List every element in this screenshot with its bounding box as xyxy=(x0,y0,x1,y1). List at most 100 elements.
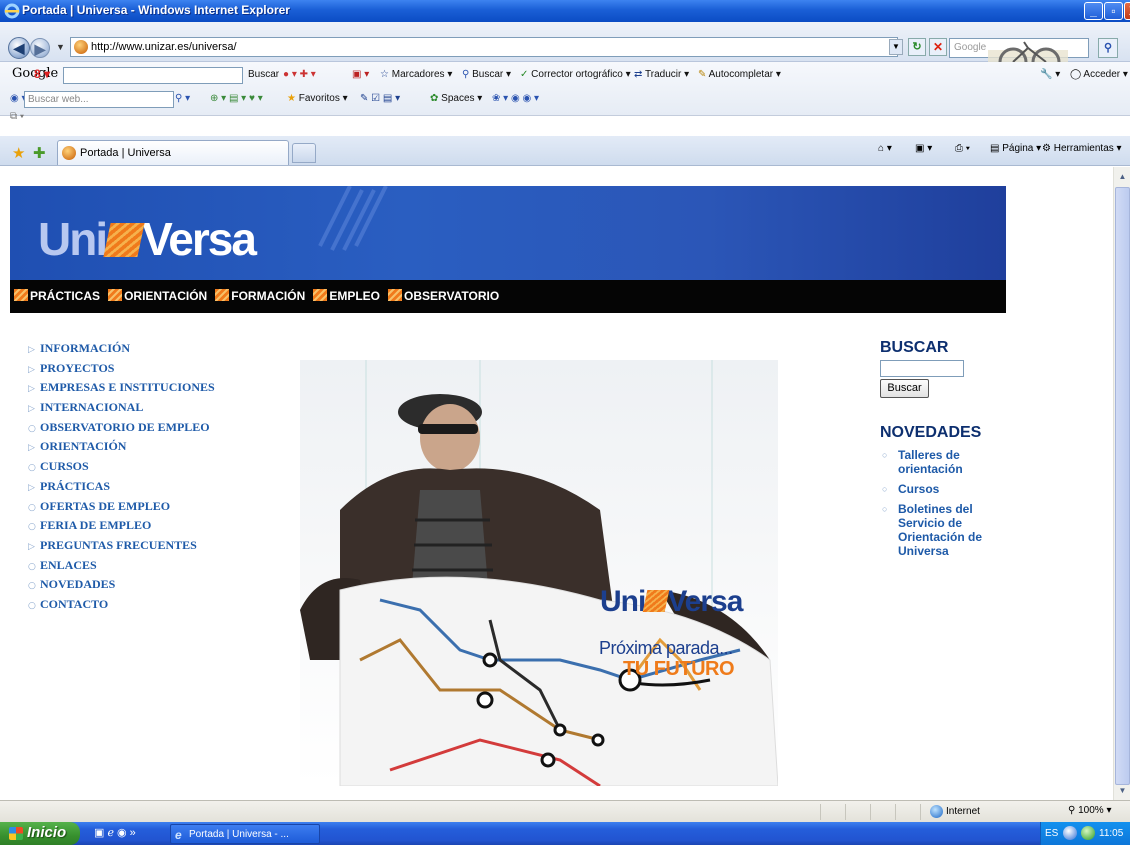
scroll-up-icon[interactable]: ▲ xyxy=(1116,169,1129,184)
novedades-list: ○ Talleres de orientación ○ Cursos ○ Boleti… xyxy=(882,448,1002,564)
popup-blocker-icon[interactable]: ▣ ▾ xyxy=(352,67,369,83)
taskbar-ie-window[interactable]: e Portada | Universa - ... xyxy=(170,824,320,844)
hero-illustration xyxy=(300,360,778,786)
spaces-button[interactable]: ✿ Spaces ▾ xyxy=(430,91,482,107)
web-search-go-icon[interactable]: ⚲ ▾ xyxy=(175,91,190,107)
favorites-star-icon[interactable]: ★ xyxy=(12,144,25,162)
banner-stripes-decoration xyxy=(318,186,388,251)
menu-label: CONTACTO xyxy=(40,596,109,611)
toolbar-icons-3[interactable]: ✎ ☑ ▤ ▾ xyxy=(360,91,400,107)
nav-label: FORMACIÓN xyxy=(231,289,306,303)
nav-mark-icon xyxy=(313,289,328,301)
start-button[interactable]: Inicio xyxy=(0,822,80,845)
address-field[interactable]: http://www.unizar.es/universa/ xyxy=(70,37,898,57)
menu-bullet-icon: ○ xyxy=(28,502,36,513)
scroll-thumb[interactable] xyxy=(1115,187,1130,785)
task-label: Portada | Universa - ... xyxy=(189,829,289,840)
hero-tagline-emphasis: TU FUTURO xyxy=(623,658,735,680)
nav-orientacion[interactable]: ORIENTACIÓN xyxy=(108,289,207,303)
menu-item[interactable]: ○ OFERTAS DE EMPLEO xyxy=(28,499,215,519)
acceder-button[interactable]: ◯ Acceder ▾ xyxy=(1070,67,1128,83)
novedades-item[interactable]: ○ Boletines del Servicio de Orientación d… xyxy=(882,502,1002,558)
menu-item[interactable]: ▷ PROYECTOS xyxy=(28,361,215,381)
toolbar-icons-4[interactable]: ❀ ▾ ◉ ◉ ▾ xyxy=(492,91,539,107)
menu-label: ORIENTACIÓN xyxy=(40,439,127,454)
herramientas-menu[interactable]: ⚙ Herramientas ▾ xyxy=(1042,143,1122,154)
pagina-menu[interactable]: ▤ Página ▾ xyxy=(990,143,1041,154)
site-search-button[interactable]: Buscar xyxy=(880,379,929,398)
web-search-input[interactable]: Buscar web... xyxy=(24,91,174,108)
nav-empleo[interactable]: EMPLEO xyxy=(313,289,380,303)
stop-button[interactable]: ✕ xyxy=(929,38,947,56)
extra-toolbar-icon[interactable]: ⧉ ▾ xyxy=(10,109,24,125)
menu-bullet-icon: ○ xyxy=(28,522,36,533)
google-search-input[interactable] xyxy=(63,67,243,84)
tab-portada[interactable]: Portada | Universa xyxy=(57,140,289,165)
language-indicator[interactable]: ES xyxy=(1045,828,1058,839)
scroll-down-icon[interactable]: ▼ xyxy=(1116,783,1129,798)
zoom-control[interactable]: ⚲ 100% ▾ xyxy=(1068,805,1112,816)
menu-item[interactable]: ▷ EMPRESAS E INSTITUCIONES xyxy=(28,380,215,400)
network-tray-icon[interactable] xyxy=(1063,826,1077,840)
autocompletar-button[interactable]: ✎ Autocompletar ▾ xyxy=(698,67,781,83)
buscar-2-button[interactable]: ⚲ Buscar ▾ xyxy=(462,67,511,83)
google-8-button[interactable]: 8 ▾ xyxy=(34,67,50,81)
close-button[interactable]: X xyxy=(1124,2,1130,20)
wrench-icon[interactable]: 🔧 ▾ xyxy=(1040,67,1060,83)
maximize-button[interactable]: ▫ xyxy=(1104,2,1123,20)
menu-item[interactable]: ▷ INFORMACIÓN xyxy=(28,341,215,361)
history-dropdown-icon[interactable]: ▼ xyxy=(56,42,65,52)
logo-mark-icon xyxy=(103,223,145,257)
new-tab-button[interactable] xyxy=(292,143,316,163)
address-dropdown-icon[interactable]: ▼ xyxy=(889,39,903,55)
address-text: http://www.unizar.es/universa/ xyxy=(91,41,237,53)
novedades-item[interactable]: ○ Talleres de orientación xyxy=(882,448,1002,476)
toolbar-icons-2[interactable]: ⊕ ▾ ▤ ▾ ♥ ▾ xyxy=(210,91,263,107)
menu-bullet-icon: ▷ xyxy=(28,482,35,493)
favoritos-button[interactable]: ★ Favoritos ▾ xyxy=(287,91,348,107)
menu-bullet-icon: ▷ xyxy=(28,345,35,355)
nav-practicas[interactable]: PRÁCTICAS xyxy=(14,289,100,303)
menu-item[interactable]: ▷ PREGUNTAS FRECUENTES xyxy=(28,538,215,558)
windows-flag-icon xyxy=(9,827,23,840)
menu-item[interactable]: ▷ PRÁCTICAS xyxy=(28,479,215,499)
refresh-button[interactable]: ↻ xyxy=(908,38,926,56)
add-favorites-icon[interactable]: ✚ xyxy=(33,144,46,162)
print-icon[interactable]: ⎙ ▾ xyxy=(955,143,970,154)
corrector-button[interactable]: ✓ Corrector ortográfico ▾ xyxy=(520,67,631,83)
status-bar: Internet ⚲ 100% ▾ xyxy=(0,800,1130,822)
status-separator xyxy=(870,804,871,820)
traducir-button[interactable]: ⇄ Traducir ▾ xyxy=(634,67,689,83)
back-button[interactable]: ◀ xyxy=(8,37,30,59)
forward-button[interactable]: ▶ xyxy=(30,38,50,58)
menu-item[interactable]: ▷ INTERNACIONAL xyxy=(28,400,215,420)
hero-image: Uni Versa Próxima parada... TU FUTURO xyxy=(300,360,778,786)
window-title: Portada | Universa - Windows Internet Ex… xyxy=(22,3,290,17)
vertical-scrollbar[interactable]: ▲ ▼ xyxy=(1113,167,1130,800)
menu-item[interactable]: ○ FERIA DE EMPLEO xyxy=(28,518,215,538)
menu-item[interactable]: ○ ENLACES xyxy=(28,558,215,578)
google-buscar-button[interactable]: Buscar xyxy=(248,67,279,83)
hero-tagline: Próxima parada... xyxy=(599,638,733,658)
menu-item[interactable]: ○ CURSOS xyxy=(28,459,215,479)
search-icon[interactable]: ⚲ xyxy=(1098,38,1118,58)
menu-item[interactable]: ○ OBSERVATORIO DE EMPLEO xyxy=(28,420,215,440)
left-menu: ▷ INFORMACIÓN ▷ PROYECTOS ▷ EMPRESAS E INST… xyxy=(28,341,215,617)
menu-item[interactable]: ○ CONTACTO xyxy=(28,597,215,617)
minimize-button[interactable]: _ xyxy=(1084,2,1103,20)
menu-item[interactable]: ▷ ORIENTACIÓN xyxy=(28,439,215,459)
universa-logo[interactable]: Uni Versa xyxy=(38,216,257,262)
quick-launch-icons[interactable]: ▣ ℯ ◉ » xyxy=(94,826,136,839)
security-zone[interactable]: Internet xyxy=(930,805,980,818)
novedades-item[interactable]: ○ Cursos xyxy=(882,482,1002,496)
feeds-icon[interactable]: ▣ ▾ xyxy=(915,143,932,154)
home-icon[interactable]: ⌂ ▾ xyxy=(878,143,892,154)
nav-formacion[interactable]: FORMACIÓN xyxy=(215,289,305,303)
toolbar-icons-1[interactable]: ● ▾ ✚ ▾ xyxy=(283,67,316,83)
marcadores-button[interactable]: ☆ Marcadores ▾ xyxy=(380,67,452,83)
security-tray-icon[interactable] xyxy=(1081,826,1095,840)
nav-observatorio[interactable]: OBSERVATORIO xyxy=(388,289,499,303)
hero-brand-uni: Uni xyxy=(600,585,646,618)
menu-item[interactable]: ○ NOVEDADES xyxy=(28,577,215,597)
site-search-input[interactable] xyxy=(880,360,964,377)
